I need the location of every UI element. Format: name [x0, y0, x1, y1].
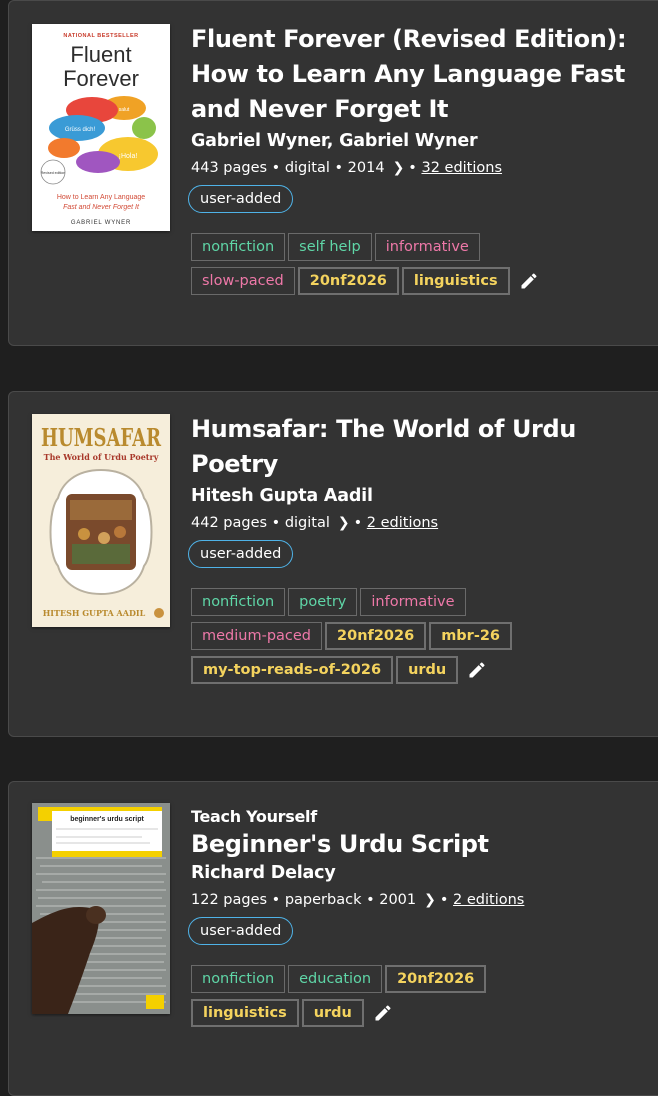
- tag[interactable]: urdu: [396, 656, 459, 684]
- tag[interactable]: nonfiction: [191, 965, 286, 993]
- cover-title-line2: Forever: [63, 66, 139, 91]
- cover-bubble-word: ¡Hola!: [119, 153, 138, 160]
- tag[interactable]: 20nf2026: [325, 622, 427, 650]
- tag[interactable]: 20nf2026: [385, 965, 487, 993]
- book-info: Teach Yourself Beginner's Urdu Script Ri…: [188, 807, 649, 1033]
- cover-top-label: NATIONAL BESTSELLER: [63, 33, 138, 39]
- tag[interactable]: nonfiction: [191, 233, 286, 261]
- meta-separator: •: [353, 515, 367, 531]
- tag[interactable]: education: [288, 965, 383, 993]
- pencil-icon[interactable]: [519, 271, 539, 291]
- cover-bubble-word: Grüss dich!: [65, 127, 96, 133]
- meta-text: 122 pages • paperback • 2001: [191, 892, 417, 908]
- cover-subtitle: The World of Urdu Poetry: [44, 452, 159, 462]
- cover-title: HUMSAFAR: [41, 423, 162, 452]
- meta-text: 442 pages • digital: [191, 515, 330, 531]
- book-info: Humsafar: The World of Urdu Poetry Hites…: [188, 412, 649, 690]
- tag[interactable]: informative: [374, 233, 480, 261]
- editions-link[interactable]: 32 editions: [421, 160, 502, 176]
- book-cover[interactable]: NATIONAL BESTSELLER Fluent Forever ¡Hola…: [32, 24, 170, 231]
- tag[interactable]: my-top-reads-of-2026: [191, 656, 394, 684]
- tag[interactable]: mbr-26: [429, 622, 513, 650]
- cover-subtitle-line2: Fast and Never Forget It: [63, 204, 140, 211]
- pencil-icon[interactable]: [373, 1003, 393, 1023]
- tag[interactable]: nonfiction: [191, 588, 286, 616]
- book-author[interactable]: Richard Delacy: [191, 860, 649, 886]
- user-added-badge: user-added: [188, 540, 294, 568]
- cover-subtitle-line1: How to Learn Any Language: [57, 194, 145, 201]
- tag[interactable]: slow-paced: [191, 267, 295, 295]
- book-title[interactable]: Humsafar: The World of Urdu Poetry: [191, 412, 649, 482]
- tag-list: nonfiction self help informative slow-paced…: [191, 233, 571, 301]
- book-cover[interactable]: beginner's urdu script: [32, 803, 170, 1014]
- book-card: NATIONAL BESTSELLER Fluent Forever ¡Hola…: [8, 0, 658, 346]
- meta-separator: •: [408, 160, 422, 176]
- book-meta: 442 pages • digital ❯ • 2 editions: [191, 512, 649, 534]
- tag[interactable]: urdu: [301, 999, 364, 1027]
- tag[interactable]: linguistics: [191, 999, 299, 1027]
- cover-author: GABRIEL WYNER: [71, 220, 131, 226]
- chevron-right-icon[interactable]: ❯: [338, 512, 350, 534]
- book-meta: 122 pages • paperback • 2001 ❯ • 2 edition…: [191, 889, 649, 911]
- tag-list: nonfiction poetry informative medium-paced 2…: [191, 588, 571, 690]
- pencil-icon[interactable]: [467, 660, 487, 680]
- cover-title-line1: Fluent: [70, 42, 131, 67]
- tag[interactable]: linguistics: [401, 267, 510, 295]
- book-author[interactable]: Hitesh Gupta Aadil: [191, 483, 649, 509]
- user-added-badge: user-added: [188, 185, 294, 213]
- book-meta: 443 pages • digital • 2014 ❯ • 32 editions: [191, 157, 649, 179]
- series-name[interactable]: Teach Yourself: [191, 807, 649, 827]
- cover-label: beginner's urdu script: [70, 816, 144, 823]
- book-title[interactable]: Fluent Forever (Revised Edition): How to…: [191, 22, 649, 127]
- editions-link[interactable]: 2 editions: [367, 515, 438, 531]
- book-title[interactable]: Beginner's Urdu Script: [191, 827, 649, 862]
- cover-bubble-word: salut: [119, 107, 130, 113]
- cover-author: HITESH GUPTA AADIL: [43, 608, 146, 618]
- book-card: beginner's urdu script Teach Yourself Be…: [8, 781, 658, 1096]
- editions-link[interactable]: 2 editions: [453, 892, 524, 908]
- user-added-badge: user-added: [188, 917, 294, 945]
- tag[interactable]: 20nf2026: [297, 267, 399, 295]
- cover-sticker: Revised edition: [41, 171, 66, 175]
- meta-text: 443 pages • digital • 2014: [191, 160, 385, 176]
- book-author[interactable]: Gabriel Wyner, Gabriel Wyner: [191, 128, 649, 154]
- tag[interactable]: medium-paced: [191, 622, 323, 650]
- tag[interactable]: informative: [360, 588, 466, 616]
- book-card: HUMSAFAR The World of Urdu Poetry HITESH…: [8, 391, 658, 737]
- tag-list: nonfiction education 20nf2026 linguistics ur…: [191, 965, 571, 1033]
- book-info: Fluent Forever (Revised Edition): How to…: [188, 22, 649, 301]
- chevron-right-icon[interactable]: ❯: [393, 157, 405, 179]
- chevron-right-icon[interactable]: ❯: [424, 889, 436, 911]
- tag[interactable]: self help: [288, 233, 372, 261]
- book-cover[interactable]: HUMSAFAR The World of Urdu Poetry HITESH…: [32, 414, 170, 627]
- tag[interactable]: poetry: [288, 588, 358, 616]
- meta-separator: •: [439, 892, 454, 908]
